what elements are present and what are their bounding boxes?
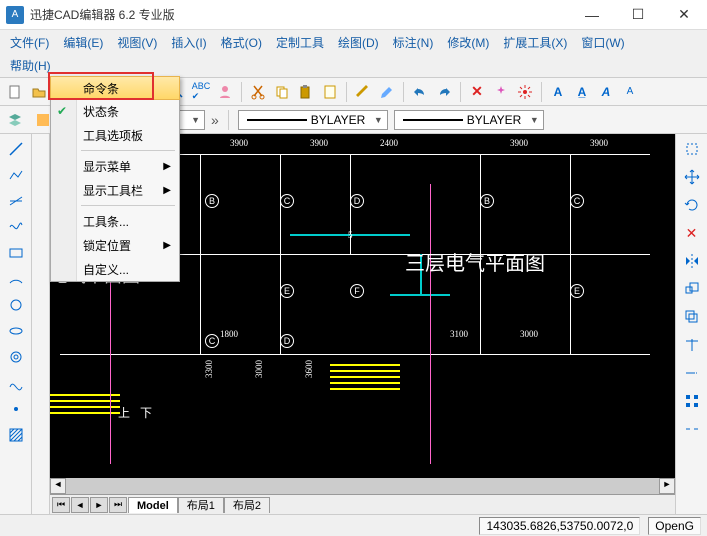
menu-help[interactable]: 帮助(H) <box>4 55 57 76</box>
circle-tool-icon[interactable] <box>5 294 27 316</box>
spell-icon[interactable]: ABC✔ <box>190 81 212 103</box>
popup-showmenu[interactable]: 显示菜单▶ <box>51 154 179 178</box>
popup-lockpos[interactable]: 锁定位置▶ <box>51 233 179 257</box>
status-coords: 143035.6826,53750.0072,0 <box>479 517 640 535</box>
menu-bar: 文件(F) 编辑(E) 视图(V) 插入(I) 格式(O) 定制工具 绘图(D)… <box>0 30 707 54</box>
layout-tabs: ⏮ ◄ ► ⏭ Model 布局1 布局2 <box>50 494 675 514</box>
linetype-value: BYLAYER <box>311 113 365 127</box>
person-icon[interactable] <box>214 81 236 103</box>
menu-view[interactable]: 视图(V) <box>111 32 163 53</box>
ellipse-tool-icon[interactable] <box>5 320 27 342</box>
menu-file[interactable]: 文件(F) <box>4 32 55 53</box>
move-tool-icon[interactable] <box>681 166 703 188</box>
delete-tool-icon[interactable]: ✕ <box>681 222 703 244</box>
tab-prev-button[interactable]: ◄ <box>71 497 89 513</box>
offset-tool-icon[interactable] <box>681 306 703 328</box>
layers-icon[interactable] <box>4 109 26 131</box>
copy-icon[interactable] <box>271 81 293 103</box>
menu-custom[interactable]: 定制工具 <box>270 32 330 53</box>
menu-edit[interactable]: 编辑(E) <box>57 32 109 53</box>
menu-extend[interactable]: 扩展工具(X) <box>497 32 573 53</box>
linetype-dropdown[interactable]: BYLAYER ▼ <box>238 110 388 130</box>
burst-icon[interactable] <box>514 81 536 103</box>
lineweight-value: BYLAYER <box>467 113 521 127</box>
text-a3-icon[interactable]: A <box>595 81 617 103</box>
plan-title-main: 三层电气平面图 <box>405 247 545 276</box>
donut-tool-icon[interactable] <box>5 346 27 368</box>
tab-layout1[interactable]: 布局1 <box>178 497 224 513</box>
delete-x-icon[interactable]: ✕ <box>466 81 488 103</box>
menu-annotate[interactable]: 标注(N) <box>387 32 440 53</box>
view-submenu-popup: 命令条 ✔ 状态条 工具选项板 显示菜单▶ 显示工具栏▶ 工具条... 锁定位置… <box>50 76 180 282</box>
select-tool-icon[interactable] <box>681 138 703 160</box>
trim-tool-icon[interactable] <box>681 334 703 356</box>
menu-modify[interactable]: 修改(M) <box>441 32 495 53</box>
menu-format[interactable]: 格式(O) <box>215 32 268 53</box>
popup-toolbars[interactable]: 工具条... <box>51 209 179 233</box>
popup-showtoolbar[interactable]: 显示工具栏▶ <box>51 178 179 202</box>
popup-toolopts[interactable]: 工具选项板 <box>51 123 179 147</box>
tab-last-button[interactable]: ⏭ <box>109 497 127 513</box>
array-tool-icon[interactable] <box>681 390 703 412</box>
tab-next-button[interactable]: ► <box>90 497 108 513</box>
check-icon: ✔ <box>57 104 67 118</box>
ray-tool-icon[interactable] <box>5 190 27 212</box>
extend-tool-icon[interactable] <box>681 362 703 384</box>
wand-icon[interactable] <box>490 81 512 103</box>
mirror-tool-icon[interactable] <box>681 250 703 272</box>
close-button[interactable]: ✕ <box>661 0 707 30</box>
menu-insert[interactable]: 插入(I) <box>165 32 212 53</box>
window-title: 迅捷CAD编辑器 6.2 专业版 <box>30 6 569 23</box>
left-toolbar <box>0 134 32 514</box>
text-a1-icon[interactable]: A <box>547 81 569 103</box>
left-toolbar-2 <box>32 134 50 514</box>
line-tool-icon[interactable] <box>5 138 27 160</box>
right-toolbar: ✕ <box>675 134 707 514</box>
scale-tool-icon[interactable] <box>681 278 703 300</box>
rotate-tool-icon[interactable] <box>681 194 703 216</box>
minimize-button[interactable]: — <box>569 0 615 30</box>
arc-tool-icon[interactable] <box>5 268 27 290</box>
rect-tool-icon[interactable] <box>5 242 27 264</box>
text-a4-icon[interactable]: A <box>619 81 641 103</box>
tab-layout2[interactable]: 布局2 <box>224 497 270 513</box>
undo-icon[interactable] <box>409 81 431 103</box>
status-open: OpenG <box>648 517 701 535</box>
maximize-button[interactable]: ☐ <box>615 0 661 30</box>
paste-icon[interactable] <box>295 81 317 103</box>
tab-first-button[interactable]: ⏮ <box>52 497 70 513</box>
popup-cmdbar[interactable]: 命令条 <box>50 76 180 100</box>
title-bar: A 迅捷CAD编辑器 6.2 专业版 — ☐ ✕ <box>0 0 707 30</box>
freehand-tool-icon[interactable] <box>5 216 27 238</box>
spline-tool-icon[interactable] <box>5 372 27 394</box>
brush-icon[interactable] <box>352 81 374 103</box>
app-icon: A <box>6 6 24 24</box>
menu-window[interactable]: 窗口(W) <box>575 32 630 53</box>
point-tool-icon[interactable] <box>5 398 27 420</box>
redo-icon[interactable] <box>433 81 455 103</box>
menu-draw[interactable]: 绘图(D) <box>332 32 385 53</box>
lineweight-dropdown[interactable]: BYLAYER ▼ <box>394 110 544 130</box>
text-a2-icon[interactable]: A̲ <box>571 81 593 103</box>
new-icon[interactable] <box>4 81 26 103</box>
menu-bar-row2: 帮助(H) <box>0 54 707 78</box>
break-tool-icon[interactable] <box>681 418 703 440</box>
clipboard-icon[interactable] <box>319 81 341 103</box>
cut-icon[interactable] <box>247 81 269 103</box>
open-icon[interactable] <box>28 81 50 103</box>
hscrollbar[interactable]: ◄ ► <box>50 478 675 494</box>
tab-model[interactable]: Model <box>128 497 178 513</box>
pick-icon[interactable] <box>376 81 398 103</box>
polyline-tool-icon[interactable] <box>5 164 27 186</box>
popup-statusbar[interactable]: ✔ 状态条 <box>51 99 179 123</box>
hatch-tool-icon[interactable] <box>5 424 27 446</box>
status-bar: 143035.6826,53750.0072,0 OpenG <box>0 514 707 536</box>
popup-customize[interactable]: 自定义... <box>51 257 179 281</box>
